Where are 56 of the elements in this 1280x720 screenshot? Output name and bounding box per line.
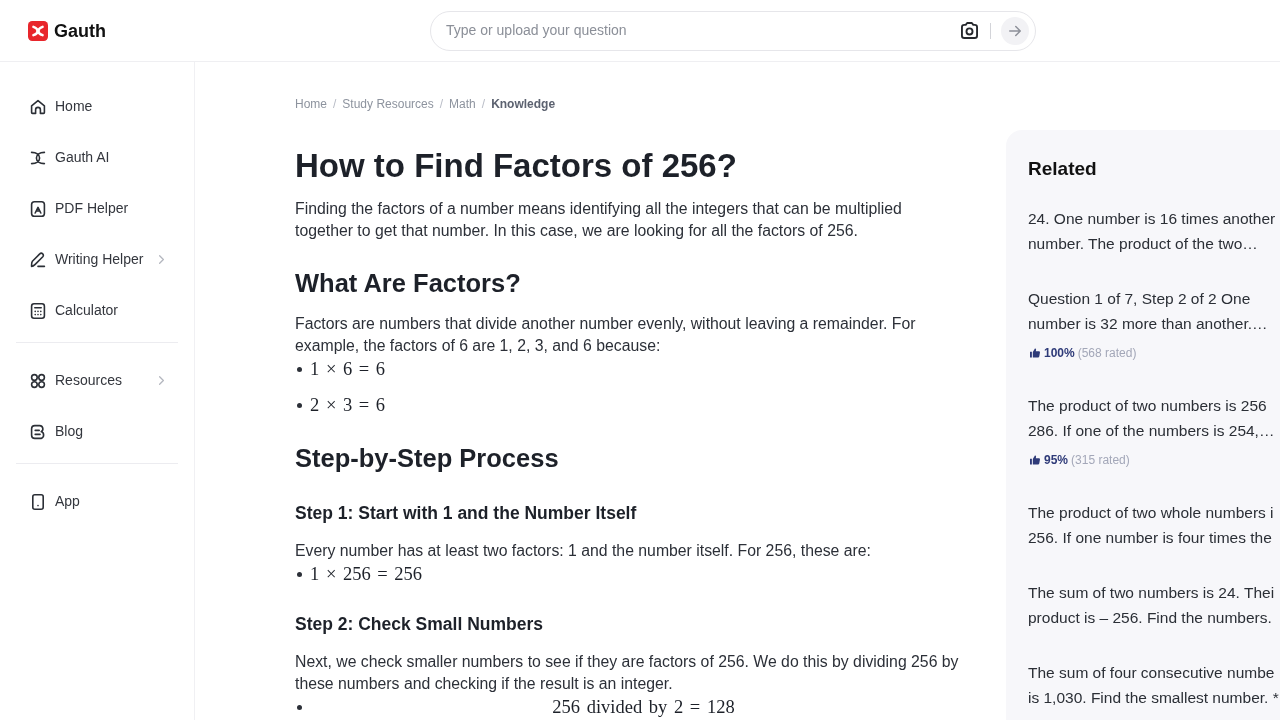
- paragraph: Finding the factors of a number means identifying all the integers that can be multiplied together to get that number. In this case, we are looking for all the factors of 256.: [295, 199, 903, 241]
- thumbs-up-icon: [1030, 348, 1040, 358]
- paragraph: Every number has at least two factors: 1 and the number itself. For 256, these are:: [295, 541, 872, 561]
- related-question[interactable]: The product of two numbers is 256 286. If one of the numbers is 254,…: [1028, 393, 1280, 443]
- bullet-icon: [297, 704, 302, 710]
- breadcrumb-separator: /: [333, 96, 337, 112]
- paragraph: Factors are numbers that divide another number evenly, without leaving a remainder. For example, the factors of 6 are 1, 2, 3, and 6 because:: [295, 314, 917, 356]
- related-question[interactable]: The product of two whole numbers i 256. If one number is four times the: [1028, 500, 1280, 550]
- sidebar-item[interactable]: Calculator: [16, 285, 178, 336]
- pen-icon: [30, 251, 46, 268]
- step-heading: Step 2: Check Small Numbers: [295, 613, 544, 636]
- sidebar-item[interactable]: PDF Helper: [16, 183, 178, 234]
- logo-link[interactable]: Gauth: [28, 18, 106, 43]
- crossed-arcs-icon: [30, 149, 46, 166]
- sidebar-item[interactable]: Writing Helper: [16, 234, 178, 285]
- bullet-icon: [297, 402, 302, 408]
- document-icon: [30, 200, 46, 217]
- rating-count: (315 rated): [1071, 452, 1130, 469]
- thumbs-up-icon: [1030, 455, 1040, 465]
- math-expression: 256 divided by 2 = 128: [552, 696, 735, 719]
- math-expression: 2 × 3 = 6: [310, 394, 386, 417]
- section-heading: Step-by-Step Process: [295, 443, 560, 474]
- rating-count: (568 rated): [1077, 345, 1137, 362]
- b-shape-icon: [30, 423, 46, 440]
- bullet-icon: [297, 366, 302, 372]
- related-question[interactable]: The sum of two numbers is 24. Thei product is – 256. Find the numbers.: [1028, 580, 1280, 630]
- breadcrumb-current[interactable]: Knowledge: [491, 96, 556, 112]
- home-icon: [30, 98, 46, 115]
- rating-percent: 100%: [1044, 345, 1075, 362]
- four-circles-icon: [30, 372, 46, 389]
- page-title: How to Find Factors of 256?: [295, 146, 738, 186]
- related-question[interactable]: Question 1 of 7, Step 2 of 2 One number is 32 more than another.…: [1028, 286, 1280, 336]
- arrow-right-icon: [1009, 24, 1021, 37]
- logo-icon: [28, 20, 48, 41]
- math-expression: 1 × 6 = 6: [310, 358, 386, 381]
- related-question[interactable]: 24. One number is 16 times another number. The product of the two…: [1028, 206, 1280, 256]
- step-heading: Step 1: Start with 1 and the Number Itself: [295, 502, 638, 525]
- breadcrumb-separator: /: [481, 96, 486, 112]
- calculator-icon: [30, 302, 46, 319]
- search-input[interactable]: Type or upload your question: [446, 20, 961, 41]
- math-expression: 1 × 256 = 256: [310, 563, 423, 586]
- bullet-icon: [297, 571, 302, 577]
- rating-percent: 95%: [1044, 452, 1069, 469]
- sidebar-item[interactable]: App: [16, 476, 178, 527]
- breadcrumb-separator: /: [439, 96, 444, 112]
- related-title: Related: [1028, 157, 1098, 181]
- sidebar-item[interactable]: Gauth AI: [16, 132, 178, 183]
- sidebar-item[interactable]: Home: [16, 81, 178, 132]
- sidebar-item[interactable]: Blog: [16, 406, 178, 457]
- section-heading: What Are Factors?: [295, 268, 522, 299]
- paragraph: Next, we check smaller numbers to see if they are factors of 256. We do this by dividing 256 by these numbers and checking if the result is an integer.: [295, 652, 960, 694]
- related-question[interactable]: The sum of four consecutive numbe is 1,030. Find the smallest number. *: [1028, 660, 1280, 710]
- sidebar-item[interactable]: Resources: [16, 355, 178, 406]
- phone-icon: [30, 493, 46, 510]
- camera-icon[interactable]: [961, 22, 978, 39]
- search-bar[interactable]: Type or upload your question: [430, 10, 1036, 51]
